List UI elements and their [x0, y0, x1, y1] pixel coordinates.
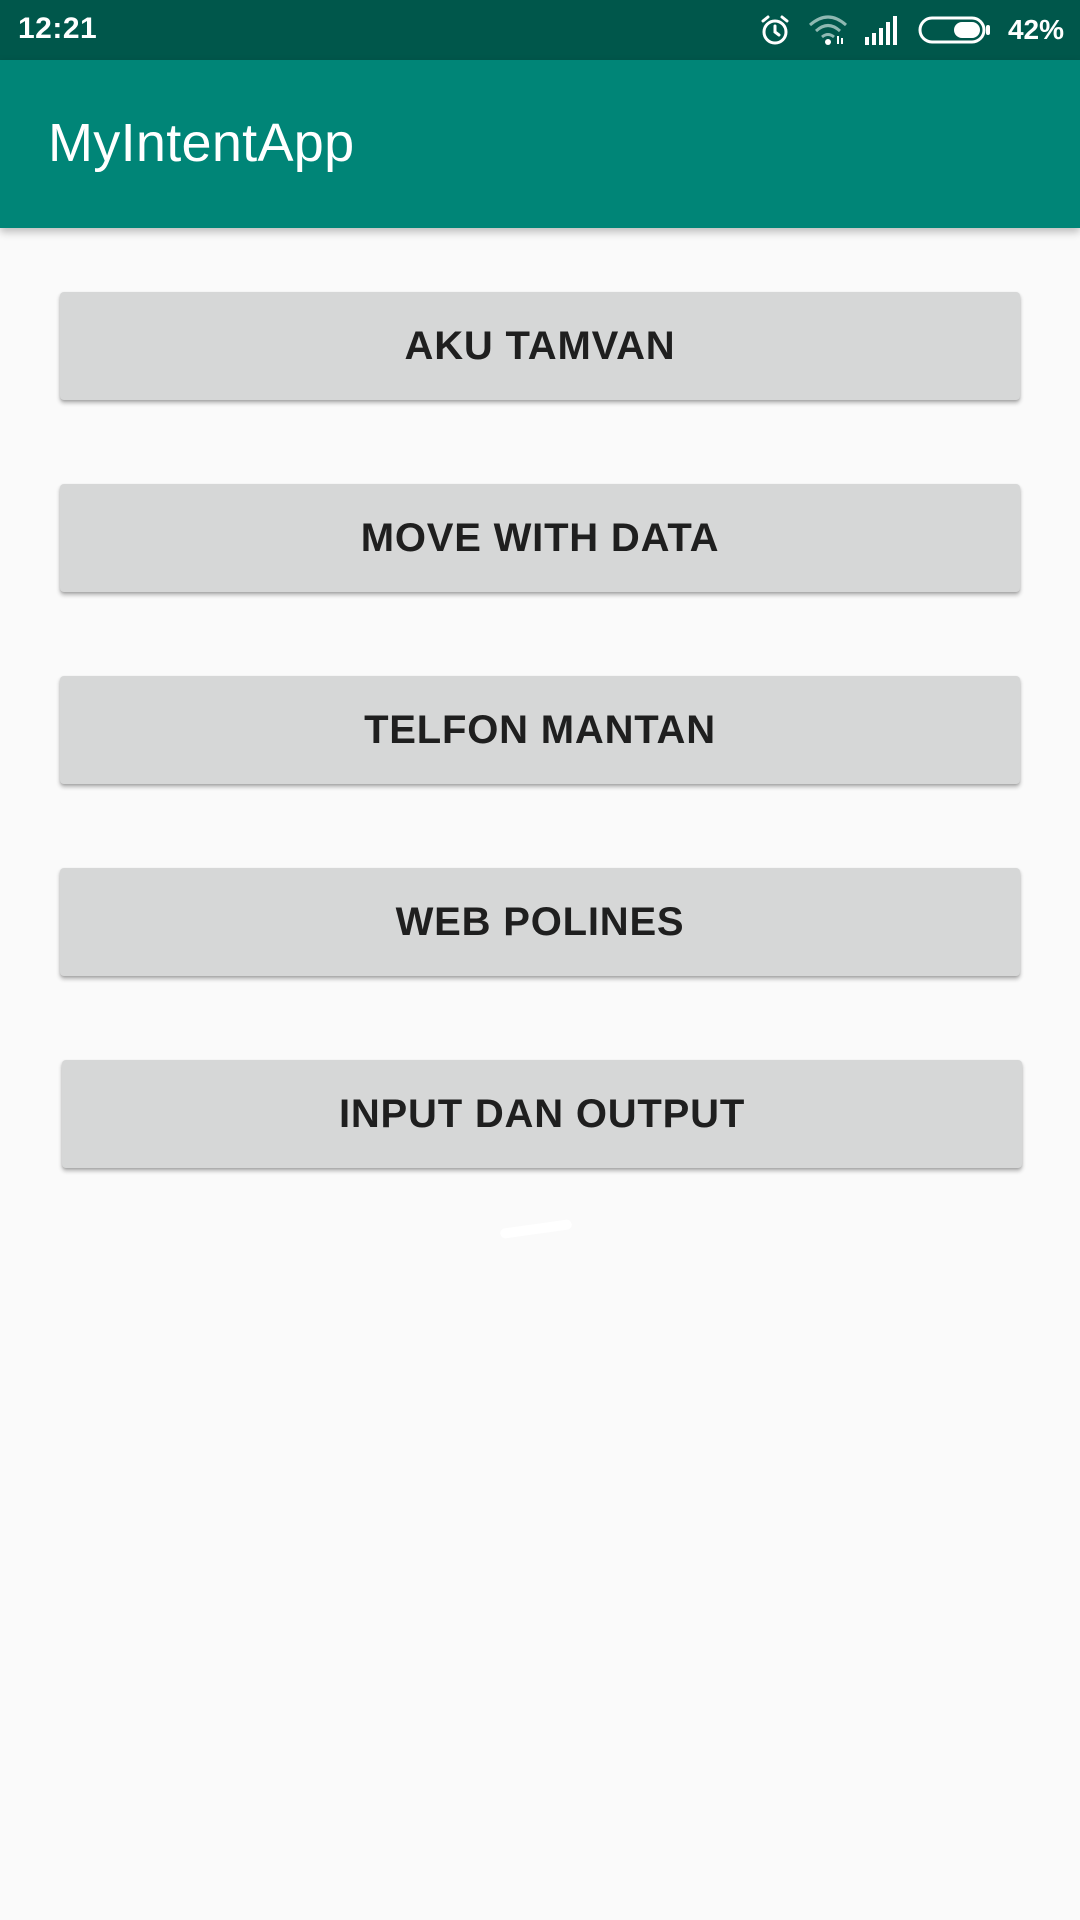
input-dan-output-button[interactable]: INPUT DAN OUTPUT [62, 1060, 1022, 1168]
status-icons: 42% [758, 10, 1064, 50]
alarm-icon [758, 13, 792, 47]
main-content: AKU TAMVAN MOVE WITH DATA TELFON MANTAN … [0, 228, 1080, 1920]
aku-tamvan-button[interactable]: AKU TAMVAN [60, 292, 1020, 400]
signal-icon [864, 15, 902, 45]
status-bar: 12:21 42% [0, 0, 1080, 60]
app-title: MyIntentApp [48, 113, 355, 173]
status-time: 12:21 [18, 12, 98, 45]
white-smudge [499, 1219, 573, 1239]
move-with-data-button[interactable]: MOVE WITH DATA [60, 484, 1020, 592]
app-bar: MyIntentApp [0, 60, 1080, 228]
wifi-icon [808, 14, 848, 46]
web-polines-button[interactable]: WEB POLINES [60, 868, 1020, 976]
battery-percentage: 42% [1007, 14, 1064, 45]
telfon-mantan-button[interactable]: TELFON MANTAN [60, 676, 1020, 784]
battery-icon [918, 15, 992, 45]
